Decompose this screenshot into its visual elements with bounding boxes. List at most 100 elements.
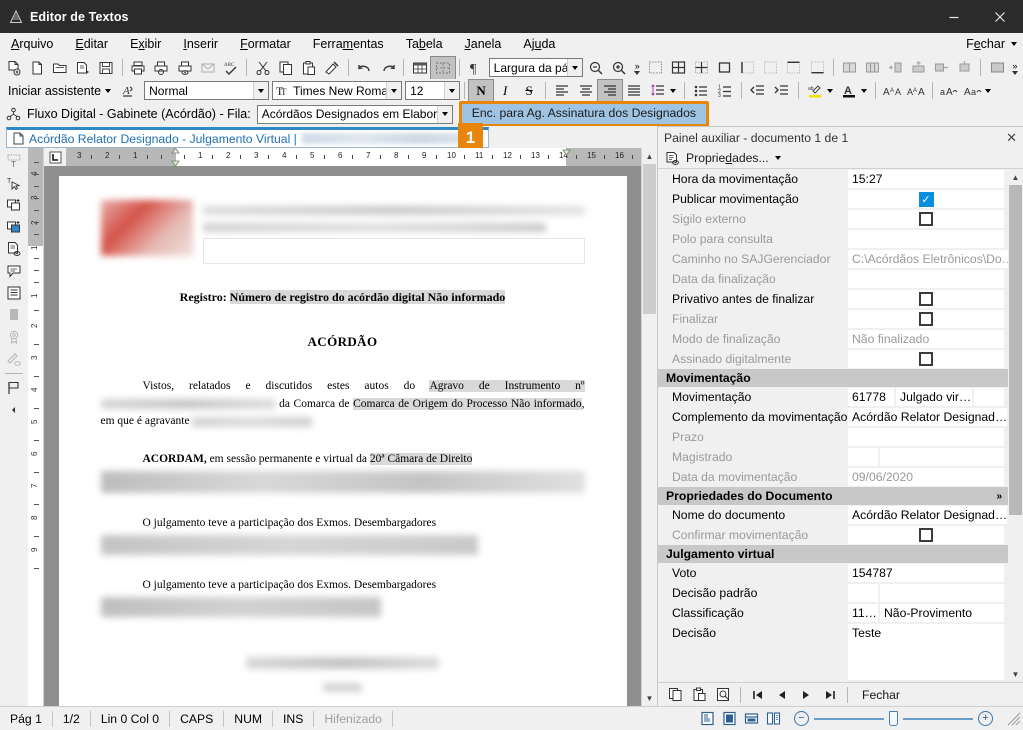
close-icon[interactable]: ✕: [1006, 130, 1017, 146]
property-row[interactable]: Finalizar: [658, 309, 1008, 329]
bullet-list-icon[interactable]: [689, 80, 713, 102]
property-row[interactable]: Complemento da movimentação Acórdão Relat…: [658, 407, 1008, 427]
insert-table-icon[interactable]: [408, 57, 431, 79]
print-icon[interactable]: [127, 57, 150, 79]
property-row[interactable]: Polo para consulta: [658, 229, 1008, 249]
collapse-toolbar-icon[interactable]: [2, 399, 26, 421]
table-grid-icon[interactable]: [643, 57, 666, 79]
text-cursor-icon[interactable]: T: [2, 172, 26, 194]
property-value-code[interactable]: [848, 448, 878, 466]
checkbox-unchecked-icon[interactable]: [919, 312, 933, 326]
property-row[interactable]: Movimentação 61778 Julgado vir…: [658, 387, 1008, 407]
property-value-code[interactable]: [848, 584, 878, 602]
scrollbar-thumb[interactable]: [643, 164, 656, 314]
chevron-down-icon[interactable]: [861, 88, 868, 93]
property-row[interactable]: Sigilo externo: [658, 209, 1008, 229]
queue-combo[interactable]: Acórdãos Designados em Elaboraç: [256, 104, 453, 124]
redo-icon[interactable]: [376, 57, 399, 79]
property-row[interactable]: Decisão padrão: [658, 583, 1008, 603]
menu-arquivo[interactable]: Arquivo: [0, 34, 64, 54]
zoom-in-icon[interactable]: +: [978, 711, 993, 726]
chevron-down-icon[interactable]: [444, 82, 460, 99]
line-spacing-icon[interactable]: [646, 80, 670, 102]
checkbox-checked-icon[interactable]: ✓: [918, 191, 934, 207]
shrink-font-icon[interactable]: AAA: [904, 80, 928, 102]
insert-column-icon[interactable]: [907, 57, 930, 79]
chevron-down-icon[interactable]: [253, 82, 269, 99]
property-value-cell[interactable]: Não finalizado: [848, 330, 1004, 348]
property-row[interactable]: Voto 154787: [658, 563, 1008, 583]
print-layout-icon[interactable]: [696, 709, 718, 729]
chevron-down-icon[interactable]: [436, 105, 452, 123]
zoom-combo[interactable]: Largura da págin: [488, 58, 583, 77]
property-value-cell[interactable]: Acórdão Relator Designad…: [848, 506, 1008, 524]
property-value-text[interactable]: [880, 584, 1004, 602]
delete-row-icon[interactable]: [930, 57, 953, 79]
properties-close-button[interactable]: Fechar: [862, 688, 900, 702]
zoom-track-right[interactable]: [903, 717, 973, 720]
zoom-slider[interactable]: − +: [784, 711, 1003, 726]
checkbox-unchecked-icon[interactable]: [919, 292, 933, 306]
format-painter-icon[interactable]: [321, 57, 344, 79]
properties-doc-icon[interactable]: [2, 238, 26, 260]
open-model-icon[interactable]: [71, 57, 94, 79]
chevron-down-icon[interactable]: [566, 59, 582, 76]
chevron-down-icon[interactable]: [386, 82, 402, 99]
change-case-down-icon[interactable]: Aa: [961, 80, 985, 102]
menu-janela[interactable]: Janela: [454, 34, 513, 54]
property-row[interactable]: Classificação 11… Não-Provimento: [658, 603, 1008, 623]
status-caps[interactable]: CAPS: [170, 710, 225, 727]
zoom-out-icon[interactable]: −: [794, 711, 809, 726]
paste-properties-icon[interactable]: [688, 685, 710, 705]
property-value-textarea[interactable]: Teste: [848, 624, 1004, 680]
send-mail-icon[interactable]: [196, 57, 219, 79]
property-value-cell[interactable]: Acórdão Relator Designad…: [848, 408, 1008, 426]
menu-editar[interactable]: Editar: [64, 34, 119, 54]
copy-properties-icon[interactable]: [664, 685, 686, 705]
chevron-down-icon[interactable]: [985, 88, 992, 93]
split-cells-icon[interactable]: [861, 57, 884, 79]
previous-record-icon[interactable]: [771, 685, 793, 705]
property-row[interactable]: Assinado digitalmente: [658, 349, 1008, 369]
spellcheck-icon[interactable]: ABC: [219, 57, 242, 79]
font-size-combo[interactable]: 12: [405, 81, 461, 100]
menu-ajuda[interactable]: Ajuda: [512, 34, 566, 54]
zoom-track-left[interactable]: [814, 717, 884, 720]
save-icon[interactable]: [95, 57, 118, 79]
align-right-icon[interactable]: [597, 78, 624, 103]
property-value-cell[interactable]: [848, 310, 1004, 328]
new-document-icon[interactable]: [2, 57, 25, 79]
document-scrollbar[interactable]: ▲ ▼: [641, 148, 657, 706]
properties-scrollbar[interactable]: ▲ ▼: [1008, 169, 1023, 682]
more-zoom-icon[interactable]: »: [631, 61, 644, 75]
indent-marker-left[interactable]: [171, 148, 180, 166]
property-row[interactable]: Nome do documento Acórdão Relator Designa…: [658, 505, 1008, 525]
document-list-icon[interactable]: [2, 282, 26, 304]
property-row[interactable]: Data da movimentação 09/06/2020: [658, 467, 1008, 487]
chevron-down-icon[interactable]: [105, 88, 112, 93]
property-row[interactable]: Decisão Teste: [658, 623, 1008, 682]
align-justify-icon[interactable]: [622, 80, 646, 102]
property-value-cell[interactable]: C:\Acórdãos Eletrônicos\Do…: [848, 250, 1008, 268]
minimize-button[interactable]: [931, 0, 977, 33]
scrollbar-thumb[interactable]: [1009, 185, 1022, 515]
search-properties-icon[interactable]: [712, 685, 734, 705]
resize-grip-icon[interactable]: [1007, 712, 1021, 726]
table-borders-all-icon[interactable]: [667, 57, 690, 79]
vertical-ruler[interactable]: 4 3 2 1 1 2 3 4 5 6 7 8 9: [28, 148, 44, 706]
checkbox-unchecked-icon[interactable]: [919, 212, 933, 226]
property-row[interactable]: Privativo antes de finalizar: [658, 289, 1008, 309]
paste-icon[interactable]: [298, 57, 321, 79]
first-record-icon[interactable]: [747, 685, 769, 705]
zoom-out-icon[interactable]: [585, 57, 608, 79]
delete-column-icon[interactable]: [953, 57, 976, 79]
menu-formatar[interactable]: Formatar: [229, 34, 302, 54]
blank-page-icon[interactable]: [25, 57, 48, 79]
property-row[interactable]: Magistrado: [658, 447, 1008, 467]
properties-section-header[interactable]: Julgamento virtual: [658, 545, 1008, 563]
property-value-cell[interactable]: [848, 230, 1004, 248]
property-value-extra[interactable]: [974, 388, 1004, 406]
property-value-text[interactable]: Julgado vir…: [896, 388, 972, 406]
property-value-cell[interactable]: [848, 350, 1004, 368]
property-value-cell[interactable]: [848, 290, 1004, 308]
